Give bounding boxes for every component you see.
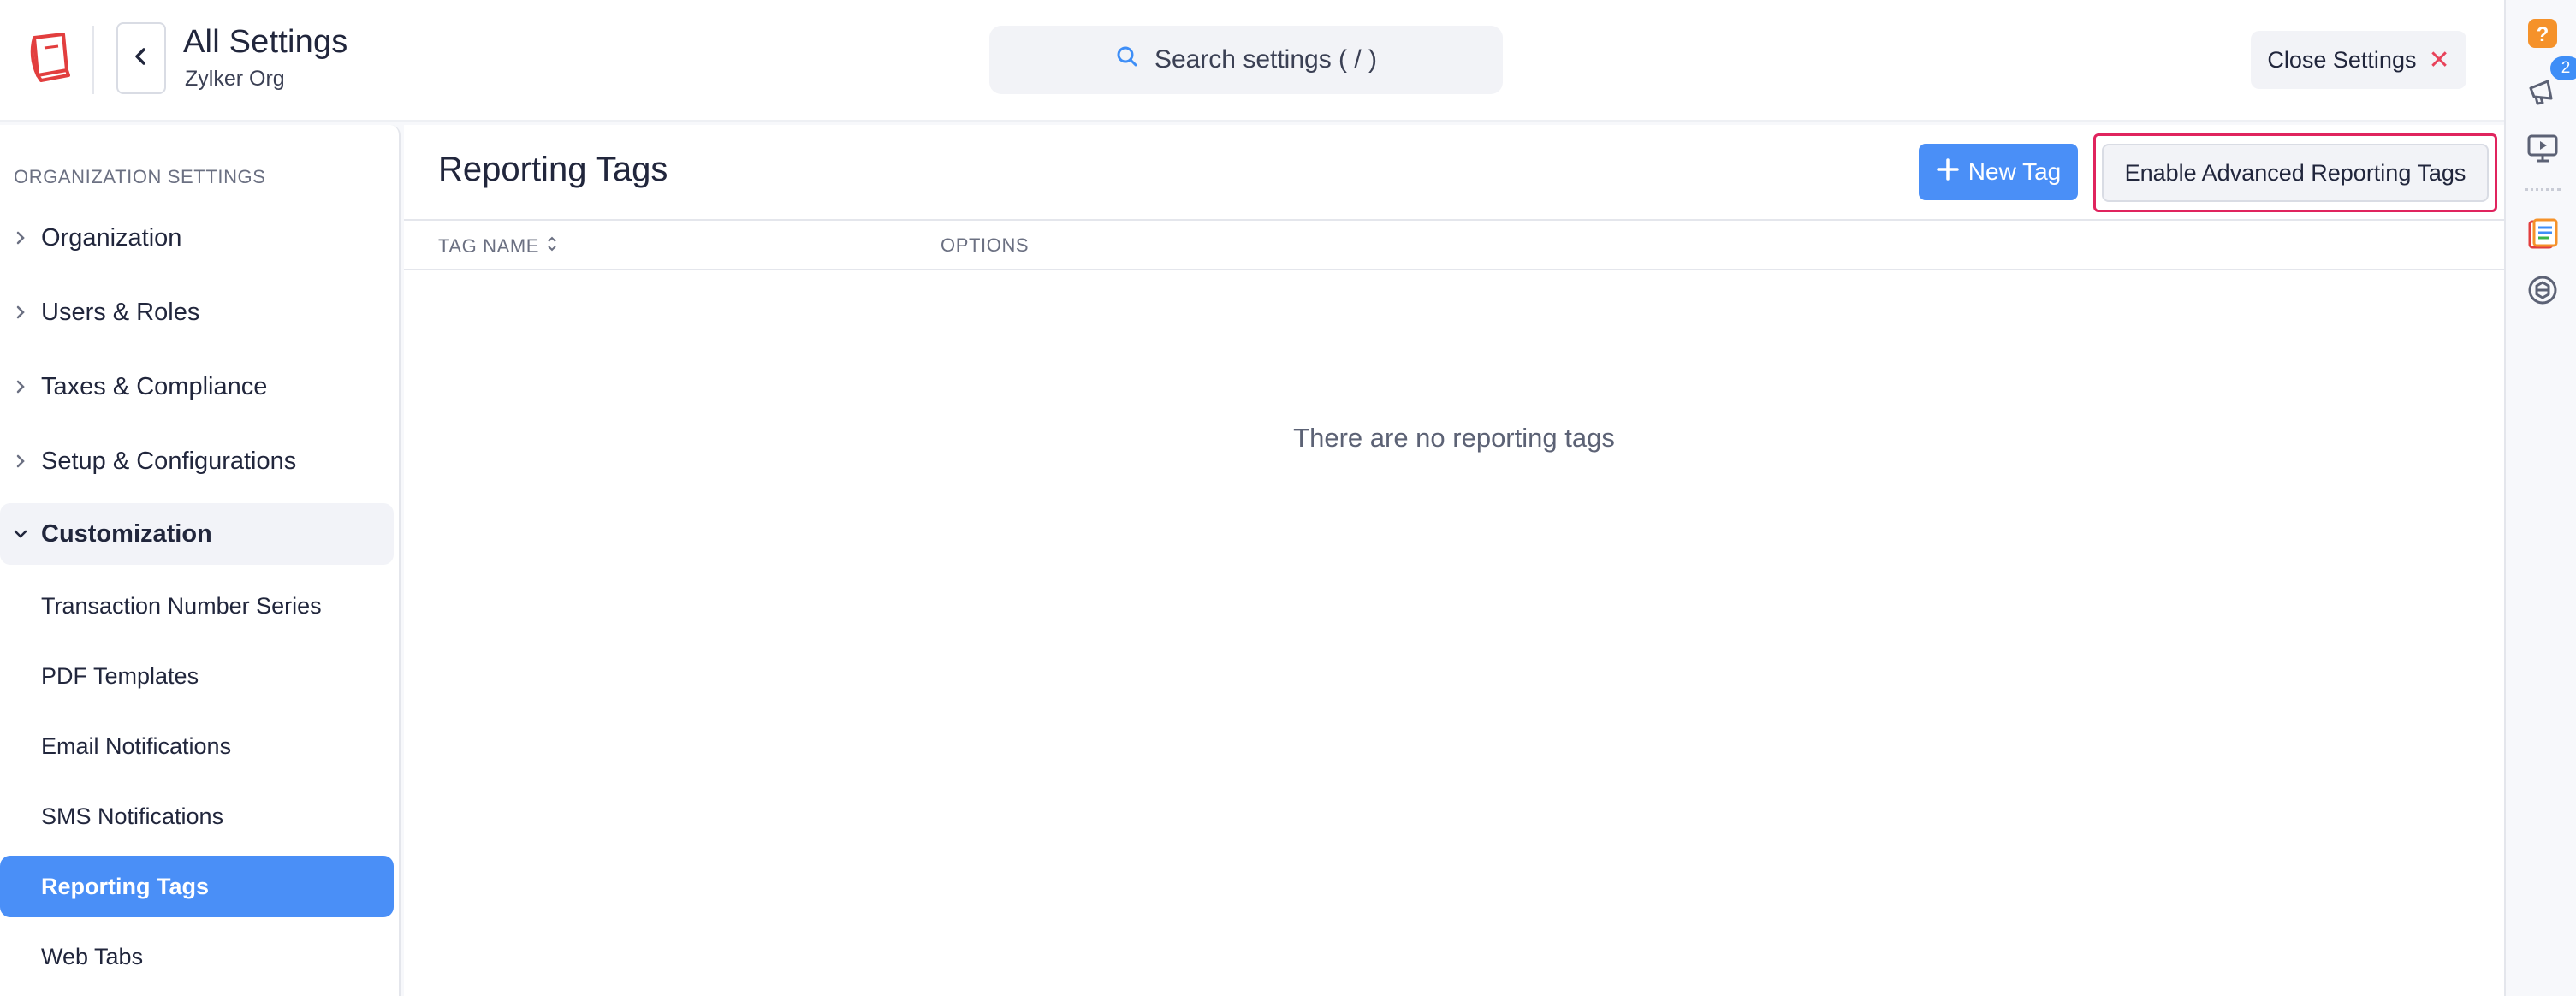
search-placeholder: Search settings ( / ) [1154, 45, 1378, 74]
settings-search[interactable]: Search settings ( / ) [989, 26, 1503, 94]
sidebar-item-label: Organization [41, 223, 182, 252]
announcements-icon[interactable] [2525, 74, 2561, 110]
sidebar-item-label: Taxes & Compliance [41, 372, 268, 400]
close-settings-label: Close Settings [2267, 46, 2417, 73]
sidebar-subitem-email-notifications[interactable]: Email Notifications [0, 715, 394, 777]
chevron-left-icon [133, 46, 150, 71]
column-header-label: TAG NAME [438, 235, 540, 257]
section-title: Reporting Tags [438, 151, 668, 188]
notes-app-icon[interactable] [2525, 216, 2561, 252]
column-header-label: OPTIONS [941, 234, 1030, 256]
close-icon: ✕ [2428, 45, 2450, 74]
books-logo-icon [26, 31, 74, 82]
sidebar-subitem-transaction-number-series[interactable]: Transaction Number Series [0, 575, 394, 637]
enable-advanced-reporting-tags-button[interactable]: Enable Advanced Reporting Tags [2102, 144, 2489, 202]
sidebar-subitem-label: SMS Notifications [41, 803, 224, 829]
new-tag-label: New Tag [1968, 158, 2062, 185]
chevron-right-icon [0, 453, 41, 470]
help-icon[interactable]: ? [2525, 15, 2561, 51]
sidebar-subitem-reporting-tags[interactable]: Reporting Tags [0, 856, 394, 917]
svg-text:?: ? [2537, 23, 2549, 46]
integrations-icon[interactable] [2525, 272, 2561, 308]
sidebar-subitem-pdf-templates[interactable]: PDF Templates [0, 645, 394, 707]
column-header-tag-name[interactable]: TAG NAME [438, 234, 558, 258]
back-button[interactable] [116, 22, 166, 94]
top-header: All Settings Zylker Org Search settings … [0, 0, 2504, 122]
table-header: TAG NAME OPTIONS [404, 219, 2504, 270]
sort-icon [546, 234, 558, 258]
plus-icon [1936, 157, 1960, 187]
sidebar-subitem-web-tabs[interactable]: Web Tabs [0, 926, 394, 987]
header-divider [92, 26, 94, 94]
sidebar-subitem-label: Transaction Number Series [41, 592, 322, 619]
chevron-down-icon [0, 528, 41, 540]
new-tag-button[interactable]: New Tag [1919, 144, 2078, 200]
right-utility-rail: ? 2 [2504, 0, 2576, 996]
chevron-right-icon [0, 229, 41, 246]
rail-separator [2525, 188, 2561, 191]
notification-badge: 2 [2550, 56, 2576, 80]
page-title: All Settings [183, 24, 348, 60]
search-icon [1115, 44, 1139, 75]
video-tutorial-icon[interactable] [2525, 130, 2561, 166]
sidebar-subitem-label: Web Tabs [41, 943, 144, 969]
sidebar-item-users-roles[interactable]: Users & Roles [0, 282, 394, 343]
chevron-right-icon [0, 378, 41, 395]
sidebar-item-taxes-compliance[interactable]: Taxes & Compliance [0, 356, 394, 418]
empty-state-message: There are no reporting tags [1293, 423, 1615, 453]
sidebar-item-organization[interactable]: Organization [0, 207, 394, 269]
close-settings-button[interactable]: Close Settings ✕ [2251, 31, 2466, 89]
sidebar-item-customization[interactable]: Customization [0, 503, 394, 565]
sidebar-item-label: Customization [41, 519, 212, 548]
sidebar-subitem-label: PDF Templates [41, 662, 199, 689]
sidebar-item-label: Users & Roles [41, 298, 200, 326]
chevron-right-icon [0, 304, 41, 321]
sidebar-item-setup-configurations[interactable]: Setup & Configurations [0, 430, 394, 492]
sidebar-subitem-sms-notifications[interactable]: SMS Notifications [0, 786, 394, 847]
sidebar-item-label: Setup & Configurations [41, 447, 297, 475]
org-name: Zylker Org [185, 67, 285, 91]
sidebar-subitem-label: Email Notifications [41, 732, 232, 759]
sidebar-subitem-label: Reporting Tags [41, 873, 210, 899]
main-content: Reporting Tags New Tag Enable Advanced R… [404, 125, 2504, 996]
column-header-options: OPTIONS [941, 234, 1029, 257]
section-label: ORGANIZATION SETTINGS [14, 166, 266, 187]
settings-sidebar: ORGANIZATION SETTINGS Organization Users… [0, 125, 401, 996]
